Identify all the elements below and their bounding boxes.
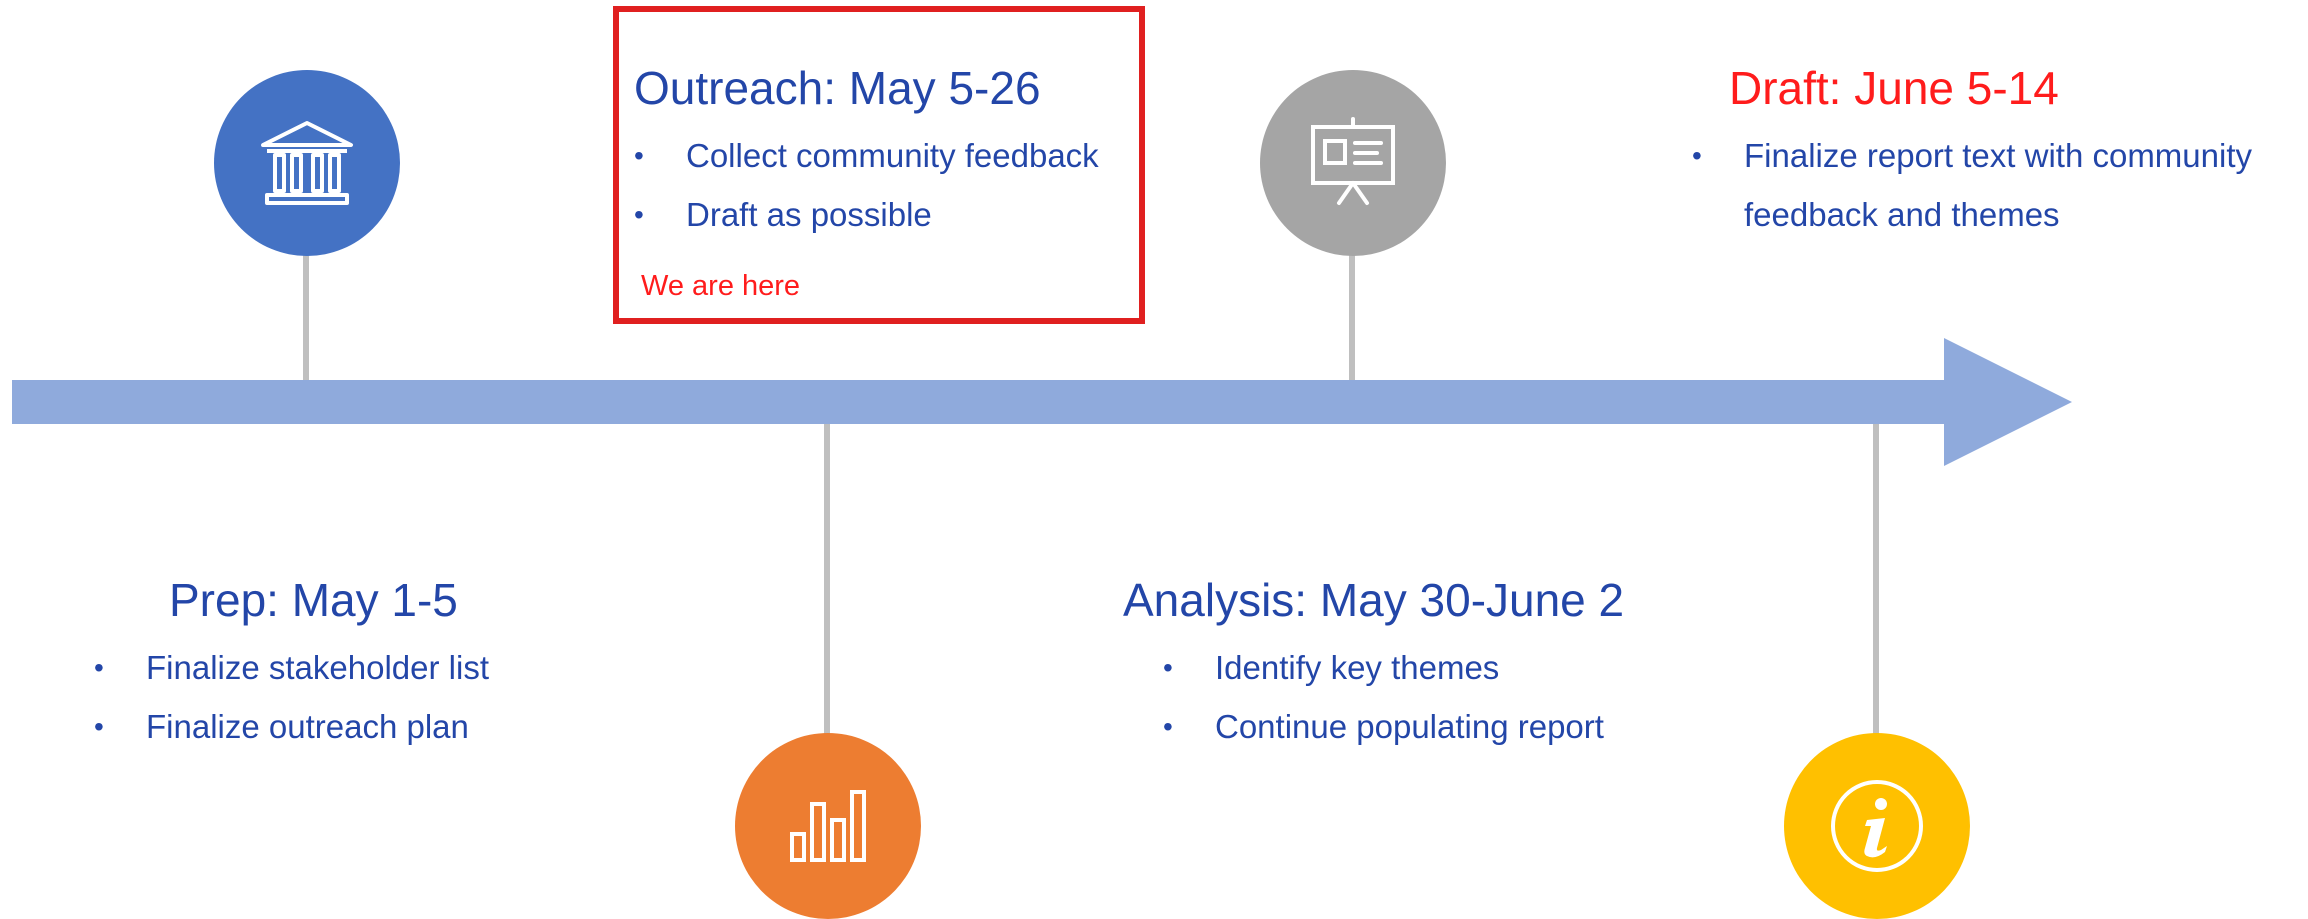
draft-block: Draft: June 5-14 Finalize report text wi… bbox=[1692, 60, 2292, 244]
outreach-bullet: Draft as possible bbox=[634, 185, 1099, 244]
bar-chart-icon bbox=[790, 790, 866, 862]
draft-title: Draft: June 5-14 bbox=[1729, 62, 2059, 114]
prep-bullet: Finalize stakeholder list bbox=[94, 638, 489, 697]
draft-stem bbox=[1873, 424, 1879, 744]
outreach-bullet: Collect community feedback bbox=[634, 126, 1099, 185]
analysis-bullets: Identify key themes Continue populating … bbox=[1163, 638, 1624, 756]
prep-circle bbox=[214, 70, 400, 256]
prep-bullets: Finalize stakeholder list Finalize outre… bbox=[94, 638, 489, 756]
analysis-title: Analysis: May 30-June 2 bbox=[1123, 574, 1625, 626]
outreach-block: Outreach: May 5-26 Collect community fee… bbox=[634, 60, 1099, 244]
bank-building-icon bbox=[261, 121, 353, 205]
timeline-arrowhead bbox=[1944, 338, 2072, 466]
prep-stem bbox=[303, 255, 309, 380]
analysis-circle bbox=[1260, 70, 1446, 256]
analysis-bullet: Continue populating report bbox=[1163, 697, 1624, 756]
outreach-title: Outreach: May 5-26 bbox=[634, 62, 1041, 114]
outreach-bullets: Collect community feedback Draft as poss… bbox=[634, 126, 1099, 244]
current-stage-label: We are here bbox=[641, 270, 801, 302]
prep-bullet: Finalize outreach plan bbox=[94, 697, 489, 756]
analysis-stem bbox=[1349, 246, 1355, 380]
prep-block: Prep: May 1-5 Finalize stakeholder list … bbox=[94, 572, 489, 756]
timeline-shaft bbox=[12, 380, 1960, 424]
prep-title: Prep: May 1-5 bbox=[169, 574, 458, 626]
presentation-board-icon bbox=[1311, 117, 1395, 205]
outreach-circle bbox=[735, 733, 921, 919]
outreach-stem bbox=[824, 424, 830, 744]
draft-bullet: Finalize report text with community feed… bbox=[1692, 126, 2292, 244]
analysis-bullet: Identify key themes bbox=[1163, 638, 1624, 697]
timeline-diagram: We are here Prep: May 1-5 Finalize stake… bbox=[0, 0, 2308, 919]
analysis-block: Analysis: May 30-June 2 Identify key the… bbox=[1123, 572, 1624, 756]
info-icon bbox=[1831, 780, 1923, 872]
draft-bullets: Finalize report text with community feed… bbox=[1692, 126, 2292, 244]
draft-circle bbox=[1784, 733, 1970, 919]
